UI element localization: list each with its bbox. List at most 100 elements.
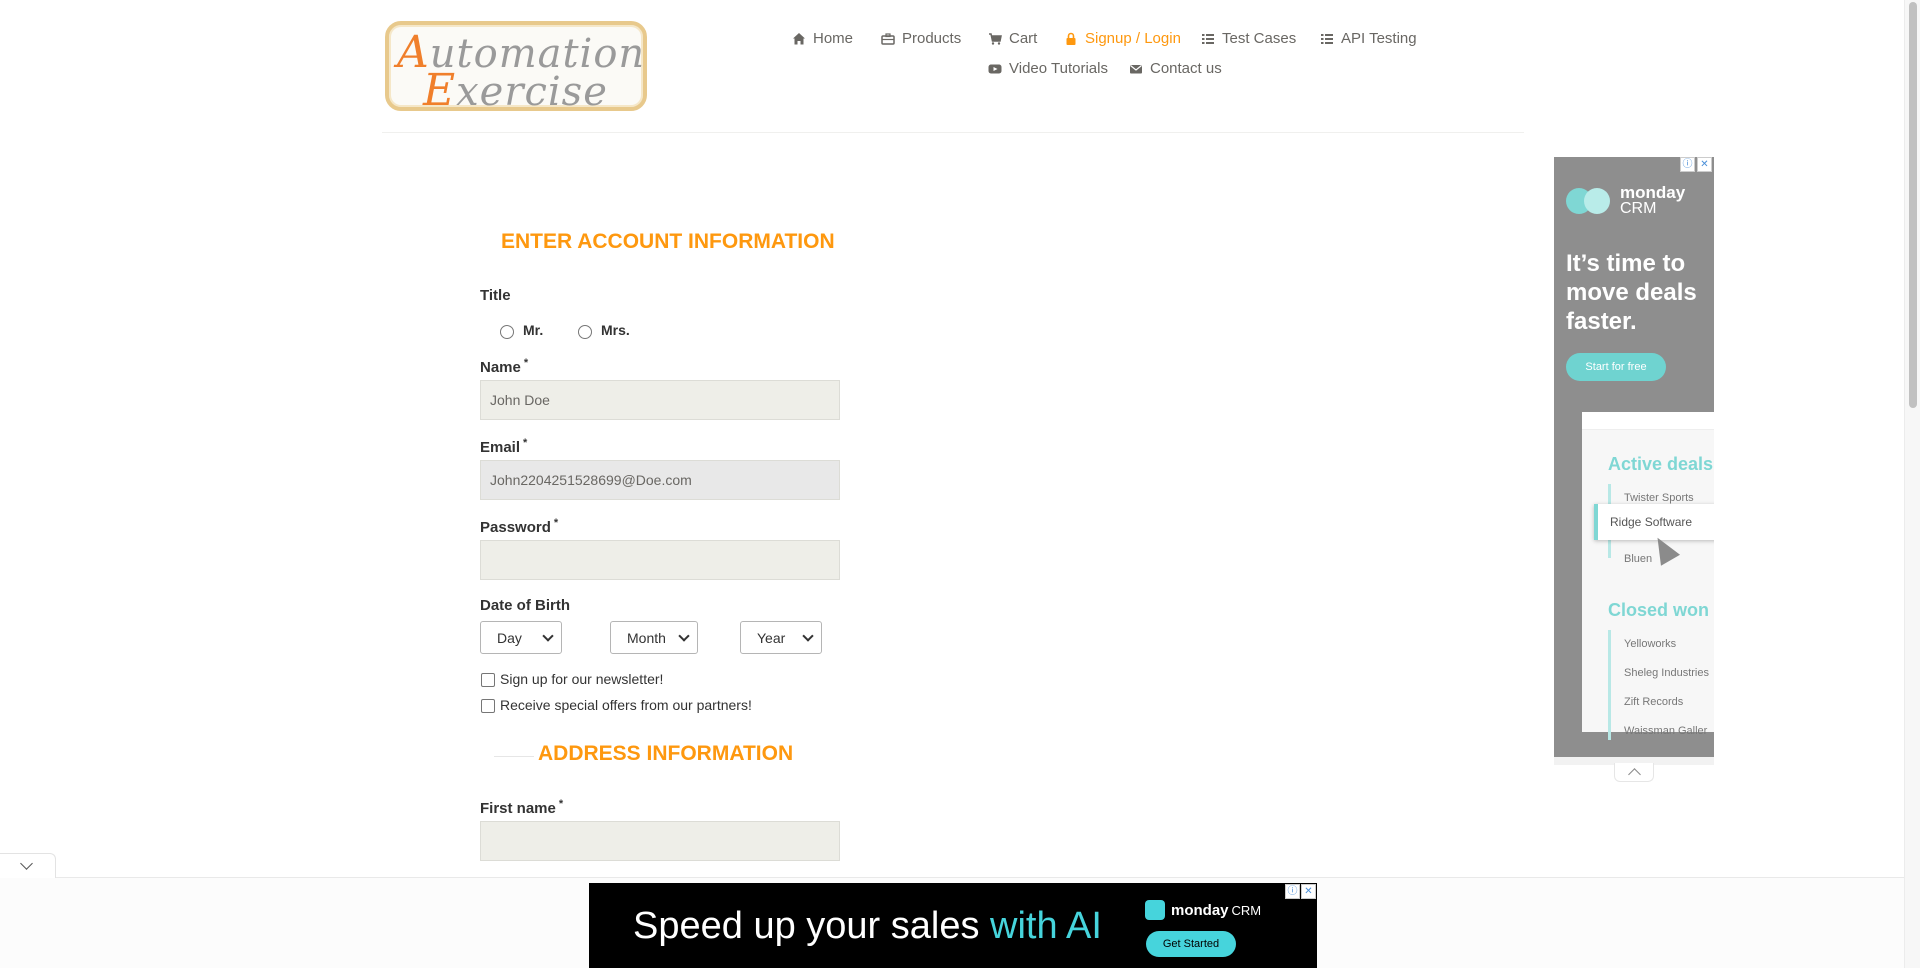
nav-api-testing-label: API Testing [1341, 30, 1417, 47]
newsletter-checkbox[interactable] [481, 673, 495, 687]
bottom-ad-cta-button[interactable]: Get Started [1146, 931, 1236, 957]
crm-row: Bluen [1624, 553, 1653, 565]
offers-checkbox[interactable] [481, 699, 495, 713]
dob-month-value: Month [627, 629, 666, 646]
bottom-ad-toggle-button[interactable] [0, 853, 56, 878]
crm-row-highlight: Ridge Software [1594, 504, 1714, 540]
dob-year-value: Year [757, 629, 786, 646]
nav-video-tutorials[interactable]: Video Tutorials [988, 60, 1108, 77]
bottom-ad-brand-sub: CRM [1231, 902, 1262, 918]
cart-icon [989, 32, 1002, 45]
bottom-ad-info-icon[interactable]: ⓘ [1285, 884, 1300, 899]
side-ad-brand: monday CRM [1566, 184, 1685, 217]
name-label-text: Name [480, 359, 521, 376]
title-mr-label: Mr. [523, 322, 544, 338]
side-ad-info-icon[interactable]: ⓘ [1680, 157, 1695, 172]
side-ad-crm-preview: Active deals Twister Sports Ridge Softwa… [1582, 412, 1714, 740]
side-ad-headline: It’s time to move deals faster. [1566, 250, 1697, 335]
dob-day-value: Day [497, 629, 522, 646]
email-label-text: Email [480, 439, 521, 456]
bottom-ad[interactable]: Speed up your sales with AI monday CRM Ge… [589, 883, 1317, 968]
name-label: Name * [480, 357, 528, 376]
side-ad-brand-text: monday CRM [1620, 184, 1685, 217]
side-ad[interactable]: monday CRM It’s time to move deals faste… [1554, 157, 1714, 757]
nav-api-testing[interactable]: API Testing [1320, 30, 1417, 47]
home-icon [793, 32, 805, 44]
first-name-label: First name * [480, 798, 563, 817]
crm-section-closed: Closed won [1608, 600, 1710, 620]
password-label: Password * [480, 517, 558, 536]
chevron-up-icon [1628, 768, 1641, 781]
list-icon [1321, 33, 1333, 44]
monday-logo-icon [1145, 900, 1165, 920]
bottom-ad-brand-name: monday [1171, 901, 1229, 919]
scrollbar-thumb[interactable] [1909, 2, 1917, 408]
email-field[interactable]: John2204251528699@Doe.com [480, 460, 840, 500]
bottom-ad-close-icon[interactable]: ✕ [1301, 884, 1316, 899]
header-divider [382, 132, 1524, 133]
dob-day-select[interactable]: Day [480, 621, 562, 654]
crm-row: Sheleg Industries [1624, 667, 1709, 679]
dob-label: Date of Birth [480, 597, 570, 614]
crm-preview-topbar [1582, 412, 1714, 430]
lock-icon [1066, 32, 1076, 45]
side-ad-cta-button[interactable]: Start for free [1566, 353, 1666, 381]
password-field[interactable] [480, 540, 840, 580]
chevron-down-icon [20, 857, 33, 870]
nav-contact-us-label: Contact us [1150, 60, 1222, 77]
rule-left [494, 756, 534, 757]
required-mark: * [553, 517, 559, 529]
crm-closed-bar [1608, 630, 1611, 740]
bottom-ad-brand-text: monday CRM [1171, 902, 1261, 919]
email-label: Email * [480, 437, 527, 456]
nav-home-label: Home [813, 30, 854, 47]
crm-section-active: Active deals [1608, 454, 1714, 474]
bottom-ad-message-accent: with AI [990, 905, 1102, 947]
bottom-ad-message-text: Speed up your sales [633, 905, 991, 947]
password-label-text: Password [480, 519, 551, 536]
crm-row: Twister Sports [1624, 492, 1694, 504]
monday-logo-icon [1566, 188, 1612, 214]
nav-test-cases[interactable]: Test Cases [1201, 30, 1296, 47]
offers-label: Receive special offers from our partners… [500, 697, 752, 713]
page-scrollbar[interactable] [1904, 0, 1920, 968]
nav-products-label: Products [902, 30, 962, 47]
nav-signup-login[interactable]: Signup / Login [1064, 30, 1181, 47]
bottom-ad-message: Speed up your sales with AI [633, 905, 1102, 948]
nav-test-cases-label: Test Cases [1222, 30, 1297, 47]
newsletter-label: Sign up for our newsletter! [500, 671, 664, 687]
nav-home[interactable]: Home [792, 30, 853, 47]
dob-month-select[interactable]: Month [610, 621, 698, 654]
list-icon [1202, 33, 1214, 44]
address-info-heading: ADDRESS INFORMATION [538, 742, 794, 765]
briefcase-icon [881, 32, 895, 45]
nav-products[interactable]: Products [881, 30, 961, 47]
youtube-icon [988, 64, 1002, 73]
title-mrs-label: Mrs. [601, 322, 630, 338]
name-field[interactable]: John Doe [480, 380, 840, 420]
main-nav: Home Products Cart Signup / Login Test C… [0, 30, 1920, 90]
side-ad-collapse-button[interactable] [1614, 763, 1654, 782]
chevron-down-icon [678, 630, 690, 642]
first-name-field[interactable] [480, 821, 840, 861]
crm-row: Zift Records [1624, 696, 1684, 708]
title-label: Title [480, 287, 511, 304]
nav-signup-login-label: Signup / Login [1085, 30, 1181, 47]
first-name-label-text: First name [480, 800, 556, 817]
bottom-ad-brand: monday CRM [1145, 900, 1261, 920]
title-mr-radio[interactable] [500, 325, 514, 339]
required-mark: * [558, 798, 564, 810]
nav-cart[interactable]: Cart [988, 30, 1037, 47]
crm-row-highlight-label: Ridge Software [1610, 515, 1693, 529]
account-info-heading: ENTER ACCOUNT INFORMATION [501, 230, 835, 253]
chevron-down-icon [542, 630, 554, 642]
side-ad-close-icon[interactable]: ✕ [1697, 157, 1712, 172]
required-mark: * [523, 437, 528, 449]
title-mrs-radio[interactable] [578, 325, 592, 339]
envelope-icon [1130, 64, 1142, 73]
dob-year-select[interactable]: Year [740, 621, 822, 654]
required-mark: * [523, 357, 529, 369]
nav-contact-us[interactable]: Contact us [1129, 60, 1222, 77]
chevron-down-icon [802, 630, 814, 642]
nav-cart-label: Cart [1009, 30, 1038, 47]
